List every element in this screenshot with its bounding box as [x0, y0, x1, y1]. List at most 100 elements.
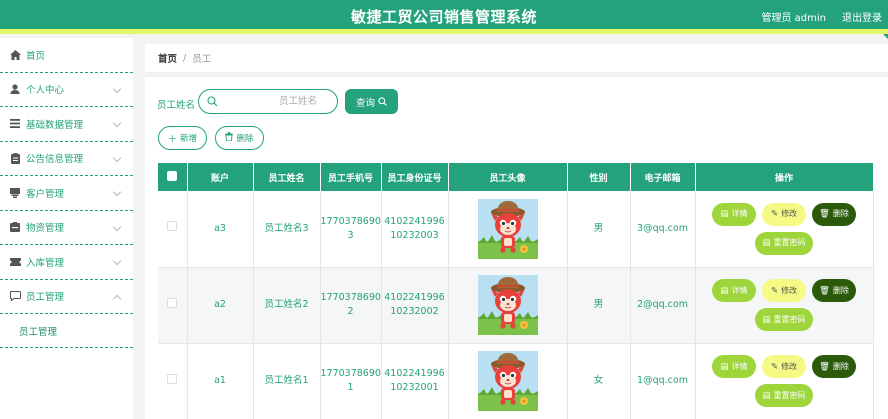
delete-label: 删除 [832, 361, 849, 371]
employee-avatar-image [477, 351, 538, 411]
avatar-cell [448, 191, 568, 268]
sidebar-item-goods[interactable]: 物资管理 [0, 211, 133, 245]
reset-label: 重置密码 [773, 390, 806, 400]
delete-button[interactable]: 🗑 删除 [812, 279, 856, 302]
detail-button[interactable]: ▤ 详情 [712, 355, 756, 378]
pencil-icon: ✎ [770, 209, 779, 220]
chat-icon [9, 290, 21, 302]
reset-password-button[interactable]: ▤ 重置密码 [755, 231, 813, 255]
sidebar-item-label: 物资管理 [26, 223, 65, 235]
sidebar-item-base-data[interactable]: 基础数据管理 [0, 107, 133, 142]
sidebar-item-label: 首页 [26, 50, 46, 62]
reset-password-button[interactable]: ▤ 重置密码 [755, 384, 813, 407]
table-row: a1 员工姓名1 1770378690 1 4102241996 10232001 女 1@… [158, 343, 874, 419]
search-box [198, 89, 338, 114]
detail-button[interactable]: ▤ 详情 [712, 279, 756, 302]
sidebar-item-label: 入库管理 [26, 257, 65, 269]
trash-icon: 🗑 [819, 209, 830, 220]
edit-button[interactable]: ✎ 修改 [762, 355, 806, 378]
trash-icon: 🗑 [819, 285, 830, 296]
sidebar-item-stock-in[interactable]: 入库管理 [0, 245, 133, 280]
operations-cell: ▤ 详情 ✎ 修改 🗑 删除 ▤ 重置密码 [695, 267, 874, 344]
row-checkbox[interactable] [167, 373, 178, 384]
chevron-down-icon [112, 256, 122, 266]
edit-button[interactable]: ✎ 修改 [762, 279, 806, 302]
row-operations: ▤ 详情 ✎ 修改 🗑 删除 ▤ 重置密码 [704, 200, 864, 258]
pencil-icon: ✎ [770, 361, 779, 372]
sidebar-item-staff[interactable]: 员工管理 [0, 280, 133, 314]
column-header: 操作 [695, 163, 874, 191]
sidebar-item-label: 个人中心 [26, 85, 65, 97]
phone-line-2: 1 [347, 382, 354, 393]
gender-cell: 男 [567, 191, 631, 268]
name-cell: 员工姓名3 [253, 191, 321, 268]
home-icon [9, 49, 21, 61]
sidebar-item-profile[interactable]: 个人中心 [0, 73, 133, 107]
column-header: 电子邮箱 [630, 163, 696, 191]
edit-label: 修改 [781, 361, 798, 371]
select-all-checkbox[interactable] [167, 170, 178, 181]
delete-label: 删除 [832, 285, 849, 295]
ticket-icon [9, 256, 21, 268]
account-cell: a3 [187, 191, 254, 268]
sidebar: 首页 个人中心 基础数据管理 公告信息管理 客户管理 物资管理 入库管理 员工管… [0, 38, 133, 419]
reset-label: 重置密码 [773, 238, 806, 248]
logout-link[interactable]: 退出登录 [842, 9, 882, 24]
row-operations: ▤ 详情 ✎ 修改 🗑 删除 ▤ 重置密码 [704, 352, 864, 410]
column-header: 性别 [567, 163, 631, 191]
breadcrumb: 首页 / 员工 [145, 44, 888, 72]
add-button-label: 新增 [180, 134, 198, 144]
id-line-1: 4102241996 [384, 215, 445, 227]
select-all-header [158, 163, 188, 191]
breadcrumb-separator: / [183, 52, 187, 64]
phone-line-2: 3 [347, 229, 354, 241]
sidebar-item-home[interactable]: 首页 [0, 38, 133, 73]
sidebar-subitem-staff-management[interactable]: 员工管理 [0, 314, 133, 348]
chevron-down-icon [112, 84, 122, 93]
phone-line-1: 1770378690 [320, 368, 381, 379]
delete-button[interactable]: 🗑 删除 [812, 355, 856, 378]
phone-line-1: 1770378690 [320, 292, 381, 303]
chevron-down-icon [112, 153, 122, 162]
chevron-down-icon [112, 187, 122, 197]
account-cell: a1 [187, 343, 254, 419]
account-cell: a2 [187, 267, 254, 344]
phone-line-2: 2 [347, 306, 354, 317]
table-row: a2 员工姓名2 1770378690 2 4102241996 10232002 男 2@… [158, 267, 874, 344]
employee-avatar-image [477, 198, 538, 259]
clipboard-icon [9, 152, 21, 164]
table-row: a3 员工姓名3 1770378690 3 4102241996 10232003 男 3@… [158, 191, 874, 268]
row-checkbox[interactable] [167, 297, 178, 308]
search-icon [378, 97, 387, 106]
breadcrumb-home[interactable]: 首页 [158, 51, 177, 65]
email-cell: 1@qq.com [630, 343, 696, 419]
delete-button[interactable]: 🗑 删除 [812, 202, 856, 226]
add-button[interactable]: ＋ 新增 [158, 126, 207, 150]
trash-icon: 🗑 [819, 361, 830, 372]
search-input[interactable] [221, 93, 333, 110]
email-cell: 3@qq.com [630, 191, 696, 268]
operations-cell: ▤ 详情 ✎ 修改 🗑 删除 ▤ 重置密码 [695, 343, 874, 419]
detail-button[interactable]: ▤ 详情 [712, 202, 756, 226]
row-checkbox[interactable] [167, 221, 178, 232]
id-line-2: 10232003 [390, 229, 439, 241]
avatar-cell [448, 343, 568, 419]
name-cell: 员工姓名2 [253, 267, 321, 344]
batch-delete-button[interactable]: 删除 [215, 126, 264, 150]
id-number-cell: 4102241996 10232002 [381, 267, 449, 344]
reset-password-button[interactable]: ▤ 重置密码 [755, 308, 813, 331]
edit-label: 修改 [781, 209, 798, 219]
sidebar-item-customer[interactable]: 客户管理 [0, 176, 133, 211]
id-number-cell: 4102241996 10232003 [381, 191, 449, 268]
document-icon: ▤ [720, 361, 729, 372]
top-header: 敏捷工贸公司销售管理系统 管理员 admin 退出登录 [0, 0, 888, 34]
edit-button[interactable]: ✎ 修改 [762, 202, 806, 226]
row-select-cell [158, 343, 188, 419]
column-header: 员工头像 [448, 163, 568, 191]
query-button[interactable]: 查询 [345, 89, 398, 114]
sidebar-item-notice[interactable]: 公告信息管理 [0, 142, 133, 176]
sidebar-item-label: 客户管理 [26, 188, 65, 200]
delete-button-label: 删除 [236, 134, 254, 144]
search-icon [207, 96, 218, 110]
id-line-1: 4102241996 [384, 292, 445, 303]
